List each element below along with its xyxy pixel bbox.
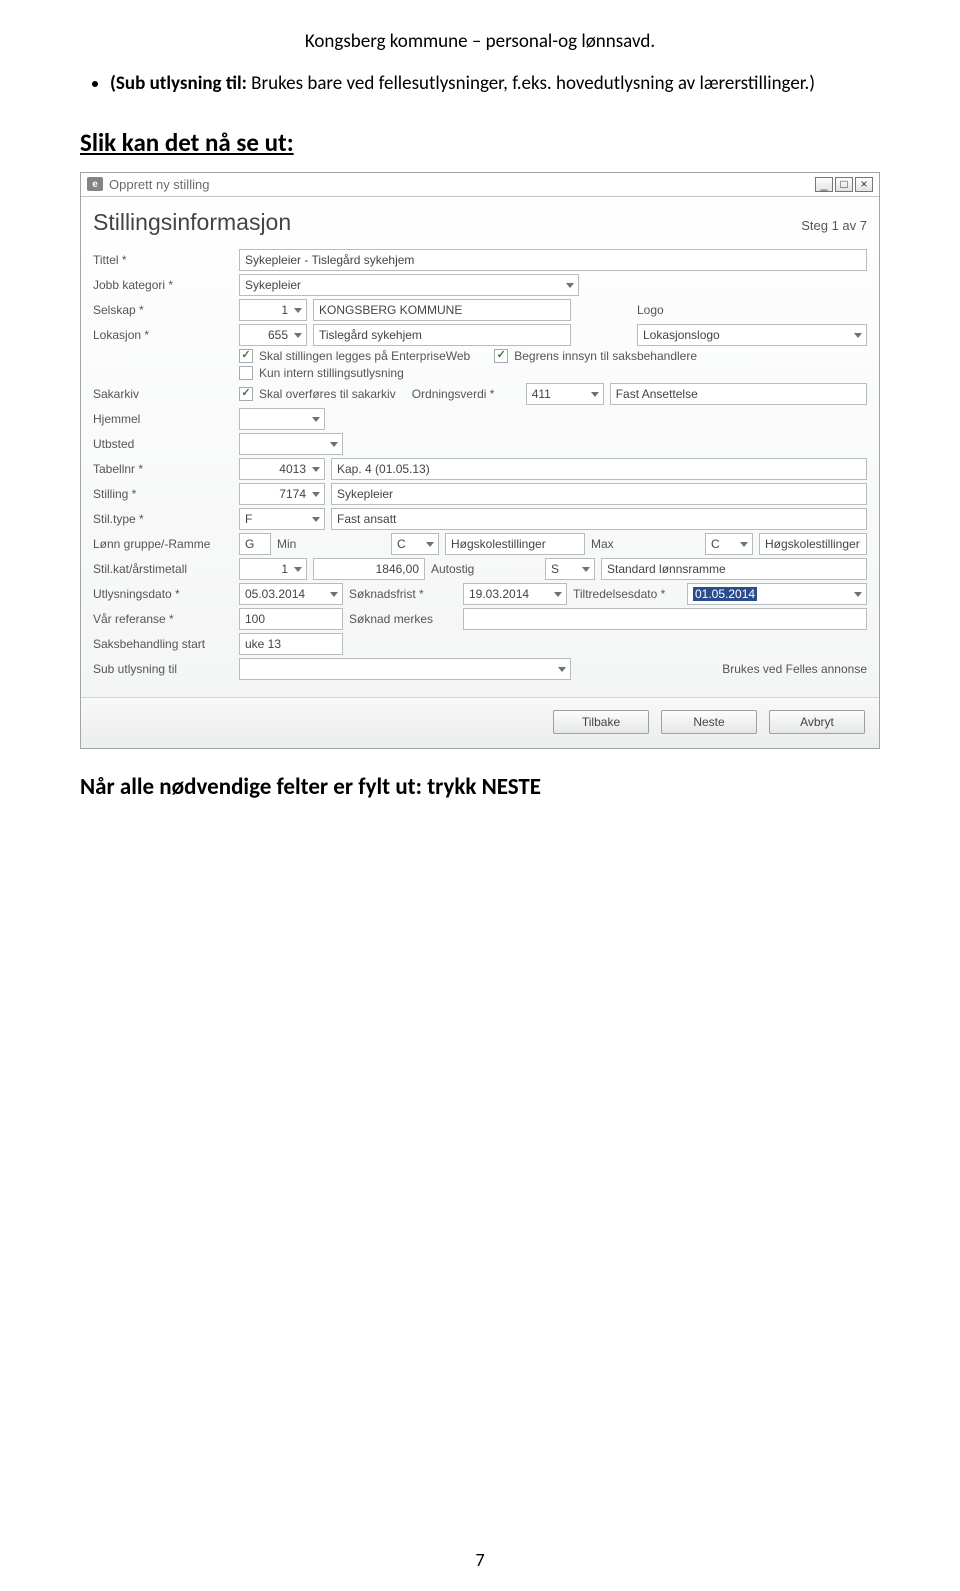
ordningsverdi-label: Ordningsverdi * xyxy=(412,387,520,401)
enterpriseweb-label: Skal stillingen legges på EnterpriseWeb xyxy=(259,349,470,363)
tabellnr-label: Tabellnr * xyxy=(93,462,233,476)
soknadmerkes-input[interactable] xyxy=(463,608,867,630)
max-label: Max xyxy=(591,537,699,551)
form-heading: Stillingsinformasjon xyxy=(93,209,291,236)
tiltredelsesdato-select[interactable]: 01.05.2014 xyxy=(687,583,867,605)
sakarkiv-label: Sakarkiv xyxy=(93,387,233,401)
overfores-label: Skal overføres til sakarkiv xyxy=(259,387,396,401)
stilling-select[interactable]: 7174 xyxy=(239,483,325,505)
intern-label: Kun intern stillingsutlysning xyxy=(259,366,404,380)
selskap-label: Selskap * xyxy=(93,303,233,317)
stilkat-select[interactable]: 1 xyxy=(239,558,307,580)
form-area: Tittel * Sykepleier - Tislegård sykehjem… xyxy=(93,242,867,680)
selskap-name-input[interactable]: KONGSBERG KOMMUNE xyxy=(313,299,571,321)
begrens-checkbox[interactable] xyxy=(494,349,508,363)
tabellnr-select[interactable]: 4013 xyxy=(239,458,325,480)
tabellnr-desc-input[interactable]: Kap. 4 (01.05.13) xyxy=(331,458,867,480)
saksbehandling-label: Saksbehandling start xyxy=(93,637,233,651)
utbsted-select[interactable] xyxy=(239,433,343,455)
stilkat-num-input[interactable]: 1846,00 xyxy=(313,558,425,580)
app-icon: e xyxy=(87,177,103,191)
button-bar: Tilbake Neste Avbryt xyxy=(81,697,879,748)
enterpriseweb-checkbox[interactable] xyxy=(239,349,253,363)
hjemmel-label: Hjemmel xyxy=(93,412,233,426)
varreferanse-input[interactable]: 100 xyxy=(239,608,343,630)
cancel-button[interactable]: Avbryt xyxy=(769,710,865,734)
hjemmel-select[interactable] xyxy=(239,408,325,430)
utlysningsdato-select[interactable]: 05.03.2014 xyxy=(239,583,343,605)
saksbehandling-input[interactable]: uke 13 xyxy=(239,633,343,655)
selskap-code-select[interactable]: 1 xyxy=(239,299,307,321)
section-title: Slik kan det nå se ut: xyxy=(80,127,880,158)
varreferanse-label: Vår referanse * xyxy=(93,612,233,626)
maximize-button[interactable]: □ xyxy=(835,177,853,192)
tiltredelsesdato-value: 01.05.2014 xyxy=(693,587,757,601)
logo-label: Logo xyxy=(637,303,745,317)
subutlysning-note: Brukes ved Felles annonse xyxy=(722,662,867,676)
soknadsfrist-select[interactable]: 19.03.2014 xyxy=(463,583,567,605)
begrens-label: Begrens innsyn til saksbehandlere xyxy=(514,349,697,363)
follow-text: Når alle nødvendige felter er fylt ut: t… xyxy=(80,773,880,801)
ordningsverdi-select[interactable]: 411 xyxy=(526,383,604,405)
lokasjon-name-input[interactable]: Tislegård sykehjem xyxy=(313,324,571,346)
intern-checkbox[interactable] xyxy=(239,366,253,380)
stiltype-label: Stil.type * xyxy=(93,512,233,526)
soknadsfrist-label: Søknadsfrist * xyxy=(349,587,457,601)
min-label: Min xyxy=(277,537,385,551)
close-button[interactable]: × xyxy=(855,177,873,192)
subutlysning-label: Sub utlysning til xyxy=(93,662,233,676)
jobbkategori-label: Jobb kategori * xyxy=(93,278,233,292)
jobbkategori-select[interactable]: Sykepleier xyxy=(239,274,579,296)
lokasjonslogo-select[interactable]: Lokasjonslogo xyxy=(637,324,867,346)
max-desc-input[interactable]: Høgskolestillinger xyxy=(759,533,867,555)
back-button[interactable]: Tilbake xyxy=(553,710,649,734)
stilkat-label: Stil.kat/årstimetall xyxy=(93,562,233,576)
stilling-label: Stilling * xyxy=(93,487,233,501)
lokasjon-label: Lokasjon * xyxy=(93,328,233,342)
titlebar: e Opprett ny stilling _ □ × xyxy=(81,173,879,197)
stilling-desc-input[interactable]: Sykepleier xyxy=(331,483,867,505)
bullet-rest: Brukes bare ved fellesutlysninger, f.eks… xyxy=(247,72,815,95)
bullet-label: (Sub utlysning til: xyxy=(110,72,247,95)
soknadmerkes-label: Søknad merkes xyxy=(349,612,457,626)
lonngruppe-input[interactable]: G xyxy=(239,533,271,555)
subutlysning-select[interactable] xyxy=(239,658,571,680)
bullet-list: (Sub utlysning til: Brukes bare ved fell… xyxy=(110,71,880,97)
min-select[interactable]: C xyxy=(391,533,439,555)
minimize-button[interactable]: _ xyxy=(815,177,833,192)
ordningsverdi-desc-input[interactable]: Fast Ansettelse xyxy=(610,383,867,405)
app-window: e Opprett ny stilling _ □ × Stillingsinf… xyxy=(80,172,880,749)
max-select[interactable]: C xyxy=(705,533,753,555)
min-desc-input[interactable]: Høgskolestillinger xyxy=(445,533,585,555)
autostig-select[interactable]: S xyxy=(545,558,595,580)
window-title: Opprett ny stilling xyxy=(109,177,209,192)
next-button[interactable]: Neste xyxy=(661,710,757,734)
stiltype-desc-input[interactable]: Fast ansatt xyxy=(331,508,867,530)
page-header: Kongsberg kommune – personal-og lønnsavd… xyxy=(80,30,880,53)
tittel-label: Tittel * xyxy=(93,253,233,267)
utbsted-label: Utbsted xyxy=(93,437,233,451)
utlysningsdato-label: Utlysningsdato * xyxy=(93,587,233,601)
overfores-checkbox[interactable] xyxy=(239,387,253,401)
tiltredelsesdato-label: Tiltredelsesdato * xyxy=(573,587,681,601)
page-number: 7 xyxy=(0,1549,960,1571)
bullet-item: (Sub utlysning til: Brukes bare ved fell… xyxy=(110,71,880,97)
step-indicator: Steg 1 av 7 xyxy=(801,218,867,233)
lonngruppe-label: Lønn gruppe/-Ramme xyxy=(93,537,233,551)
stiltype-select[interactable]: F xyxy=(239,508,325,530)
autostig-desc-input[interactable]: Standard lønnsramme xyxy=(601,558,867,580)
lokasjon-code-select[interactable]: 655 xyxy=(239,324,307,346)
tittel-input[interactable]: Sykepleier - Tislegård sykehjem xyxy=(239,249,867,271)
autostig-label: Autostig xyxy=(431,562,539,576)
